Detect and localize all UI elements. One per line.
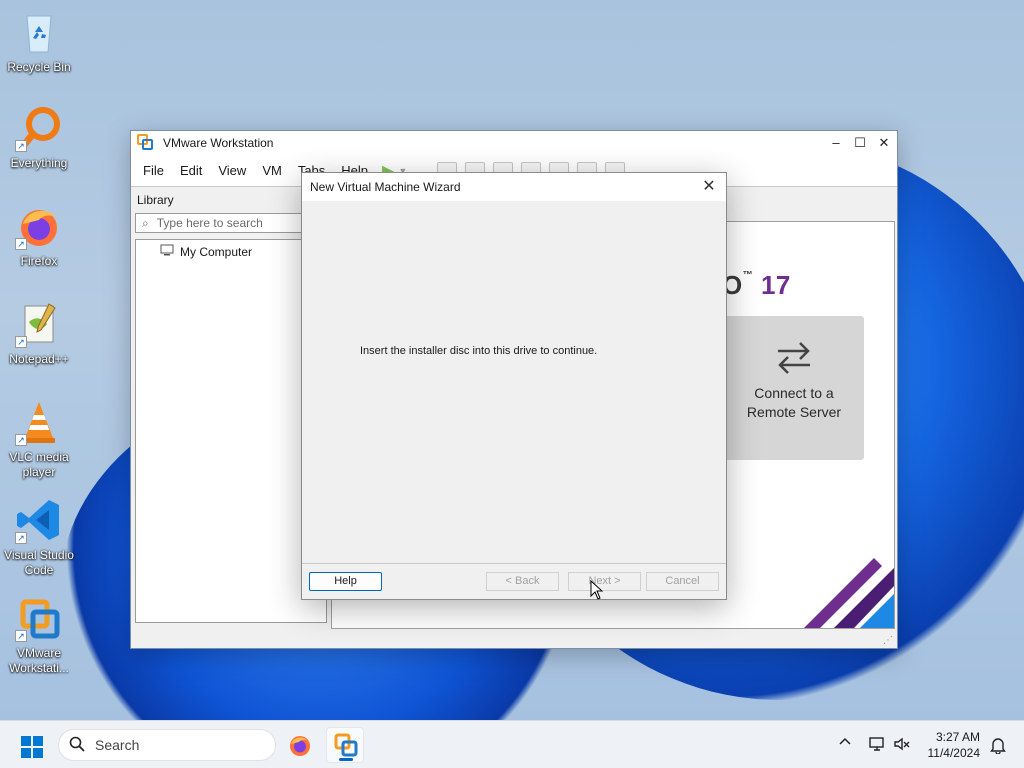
volume-muted-icon[interactable] xyxy=(893,735,911,756)
library-search-input[interactable]: ⌕ Type here to search xyxy=(135,213,327,233)
tree-item-label: My Computer xyxy=(180,244,253,259)
desktop-icon-label: VMware Workstati... xyxy=(9,646,69,675)
system-clock[interactable]: 3:27 AM 11/4/2024 xyxy=(928,729,981,761)
taskbar-firefox-button[interactable] xyxy=(288,733,312,760)
menu-edit[interactable]: Edit xyxy=(172,163,210,178)
vmware-brand-ribbon xyxy=(804,558,894,628)
shortcut-arrow-icon: ↗ xyxy=(15,532,27,544)
computer-icon xyxy=(160,244,174,259)
search-icon xyxy=(69,736,85,755)
library-title: Library xyxy=(137,193,174,207)
wizard-message: Insert the installer disc into this driv… xyxy=(360,345,598,357)
windows-logo-icon xyxy=(21,736,43,758)
vscode-icon: ↗ xyxy=(15,496,63,544)
new-vm-wizard-dialog: New Virtual Machine Wizard ✕ Insert the … xyxy=(301,172,727,600)
desktop-icon-vlc[interactable]: ↗ VLC media player xyxy=(2,398,76,480)
library-search-placeholder: Type here to search xyxy=(156,216,263,230)
firefox-icon xyxy=(290,736,310,756)
tree-item-my-computer[interactable]: My Computer xyxy=(136,240,326,259)
clock-date: 11/4/2024 xyxy=(927,746,981,760)
version-number: 17 xyxy=(760,270,791,300)
shortcut-arrow-icon: ↗ xyxy=(15,140,27,152)
firefox-icon: ↗ xyxy=(15,202,63,250)
recycle-bin-icon xyxy=(15,8,63,56)
help-button[interactable]: Help xyxy=(309,572,382,591)
wizard-close-button[interactable]: ✕ xyxy=(698,176,720,198)
desktop-icon-label: Recycle Bin xyxy=(7,60,71,74)
wizard-title: New Virtual Machine Wizard xyxy=(310,180,461,194)
vmware-workstation-icon: ↗ xyxy=(15,594,63,642)
swap-arrows-icon xyxy=(724,336,864,384)
library-tree: My Computer xyxy=(135,239,327,623)
everything-search-icon: ↗ xyxy=(15,104,63,152)
taskbar-search-label: Search xyxy=(95,737,140,753)
cancel-button[interactable]: Cancel xyxy=(646,572,719,591)
desktop-icon-label: Notepad++ xyxy=(9,352,69,366)
vmware-workstation-icon xyxy=(334,733,358,757)
taskbar-vmware-button[interactable] xyxy=(326,727,364,763)
taskbar: Search 3:27 AM 11/4/2024 xyxy=(0,720,1024,768)
shortcut-arrow-icon: ↗ xyxy=(15,336,27,348)
desktop-icon-label: Visual Studio Code xyxy=(4,548,74,577)
vlc-cone-icon: ↗ xyxy=(15,398,63,446)
notifications-bell-icon[interactable] xyxy=(990,736,1006,757)
wizard-titlebar[interactable]: New Virtual Machine Wizard xyxy=(302,173,726,201)
desktop-icon-everything[interactable]: ↗ Everything xyxy=(2,104,76,171)
window-titlebar[interactable]: VMware Workstation xyxy=(131,131,897,155)
mouse-cursor xyxy=(590,579,604,603)
close-button[interactable]: ✕ xyxy=(873,133,895,153)
next-button[interactable]: Next > xyxy=(568,572,641,591)
active-indicator xyxy=(339,758,353,761)
desktop-icon-vmware[interactable]: ↗ VMware Workstati... xyxy=(2,594,76,676)
back-button[interactable]: < Back xyxy=(486,572,559,591)
menu-vm[interactable]: VM xyxy=(254,163,290,178)
desktop-icon-label: Firefox xyxy=(20,254,58,268)
clock-time: 3:27 AM xyxy=(935,730,980,744)
taskbar-search-box[interactable]: Search xyxy=(58,729,276,761)
desktop: Recycle Bin ↗ Everything ↗ Firefox ↗ Not… xyxy=(0,0,1024,720)
menu-view[interactable]: View xyxy=(210,163,254,178)
vmware-app-icon xyxy=(137,133,153,153)
shortcut-arrow-icon: ↗ xyxy=(15,434,27,446)
maximize-button[interactable]: ☐ xyxy=(849,133,871,153)
card-label: Connect to a Remote Server xyxy=(746,385,842,420)
start-button[interactable] xyxy=(20,735,44,762)
notepadpp-icon: ↗ xyxy=(15,300,63,348)
menu-file[interactable]: File xyxy=(135,163,172,178)
connect-remote-server-card[interactable]: Connect to a Remote Server xyxy=(724,316,864,460)
shortcut-arrow-icon: ↗ xyxy=(15,238,27,250)
search-icon: ⌕ xyxy=(142,215,149,230)
minimize-button[interactable]: – xyxy=(825,133,847,153)
desktop-icon-label: VLC media player xyxy=(9,450,69,479)
desktop-icon-notepadpp[interactable]: ↗ Notepad++ xyxy=(2,300,76,367)
library-panel: Library ⌕ Type here to search My Compute… xyxy=(135,189,327,645)
resize-grip-icon[interactable]: ⋰ xyxy=(883,635,893,646)
desktop-icon-label: Everything xyxy=(10,156,68,170)
show-hidden-icons-chevron-icon[interactable] xyxy=(838,735,852,752)
desktop-icon-vscode[interactable]: ↗ Visual Studio Code xyxy=(2,496,76,578)
shortcut-arrow-icon: ↗ xyxy=(15,630,27,642)
desktop-icon-recycle-bin[interactable]: Recycle Bin xyxy=(2,8,76,75)
window-title: VMware Workstation xyxy=(163,136,274,150)
desktop-icon-firefox[interactable]: ↗ Firefox xyxy=(2,202,76,269)
network-icon[interactable] xyxy=(868,735,886,756)
wizard-footer: Help < Back Next > Cancel xyxy=(302,563,726,599)
product-version-logo: O™ 17 xyxy=(722,270,791,300)
